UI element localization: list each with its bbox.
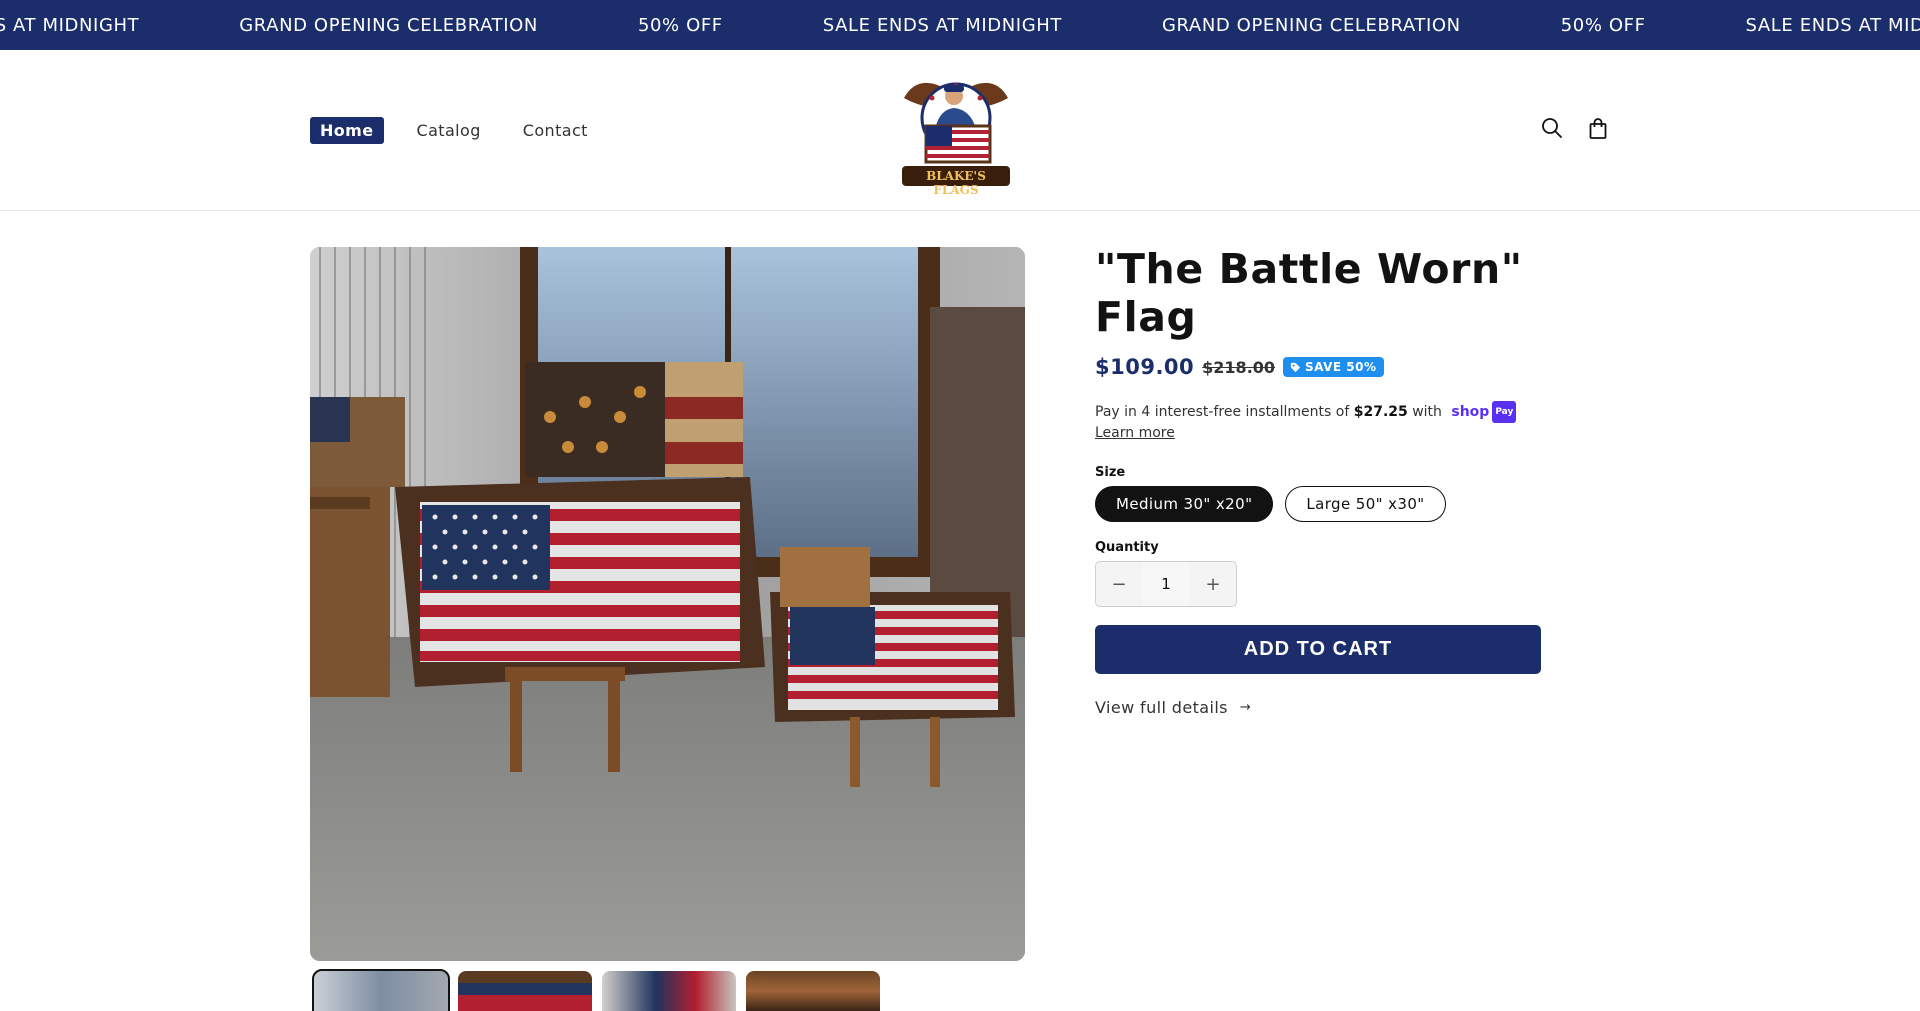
size-option-large[interactable]: Large 50" x30" xyxy=(1285,486,1446,522)
product-info: "The Battle Worn" Flag $109.00 $218.00 S… xyxy=(1095,245,1555,717)
thumbnail-2[interactable] xyxy=(458,971,592,1011)
product-main-image[interactable] xyxy=(310,247,1025,961)
announcement-marquee: SALE ENDS AT MIDNIGHT GRAND OPENING CELE… xyxy=(0,0,1920,50)
tag-icon xyxy=(1290,362,1301,372)
size-option-medium[interactable]: Medium 30" x20" xyxy=(1095,486,1274,522)
announcement-bar: SALE ENDS AT MIDNIGHT GRAND OPENING CELE… xyxy=(0,0,1920,50)
save-badge-label: SAVE 50% xyxy=(1305,360,1377,374)
add-to-cart-button[interactable]: ADD TO CART xyxy=(1095,625,1541,674)
thumbnail-3[interactable] xyxy=(602,971,736,1011)
announcement-item: GRAND OPENING CELEBRATION xyxy=(1162,14,1461,36)
quantity-label: Quantity xyxy=(1095,540,1159,555)
thumbnail-1[interactable] xyxy=(312,969,450,1011)
shoppay-word: shop xyxy=(1451,404,1490,420)
announcement-item: GRAND OPENING CELEBRATION xyxy=(239,14,538,36)
product-photo xyxy=(310,247,1025,961)
quantity-input[interactable]: 1 xyxy=(1142,563,1190,605)
nav-home[interactable]: Home xyxy=(310,117,384,144)
shoppay-logo: shop Pay xyxy=(1451,401,1517,423)
view-details-label: View full details xyxy=(1095,698,1228,717)
installments-suffix: with xyxy=(1407,404,1442,420)
product-title: "The Battle Worn" Flag xyxy=(1095,245,1523,341)
arrow-right-icon: → xyxy=(1239,700,1252,715)
announcement-item: SALE ENDS AT MIDNIGHT xyxy=(822,14,1062,36)
main-nav: Home Catalog Contact xyxy=(310,117,621,144)
learn-more-link[interactable]: Learn more xyxy=(1095,423,1555,443)
announcement-item: SALE ENDS AT MIDNIGHT xyxy=(1745,14,1920,36)
quantity-increase-button[interactable]: + xyxy=(1190,574,1236,595)
size-label: Size xyxy=(1095,465,1126,480)
thumbnail-strip xyxy=(312,969,880,1011)
save-badge: SAVE 50% xyxy=(1283,357,1384,377)
announcement-item: SALE ENDS AT MIDNIGHT xyxy=(0,14,140,36)
sale-price: $109.00 xyxy=(1095,355,1195,379)
logo-text: BLAKE'S FLAGS xyxy=(926,169,986,197)
view-full-details-link[interactable]: View full details → xyxy=(1095,698,1555,717)
header-icons xyxy=(1540,116,1610,140)
thumbnail-4[interactable] xyxy=(746,971,880,1011)
installments-message: Pay in 4 interest-free installments of $… xyxy=(1095,401,1555,443)
search-icon[interactable] xyxy=(1540,116,1564,140)
announcement-item: 50% OFF xyxy=(637,14,723,36)
size-options: Medium 30" x20" Large 50" x30" xyxy=(1095,486,1555,522)
nav-catalog[interactable]: Catalog xyxy=(408,118,490,143)
quantity-decrease-button[interactable]: − xyxy=(1096,574,1142,595)
quantity-stepper: − 1 + xyxy=(1095,561,1237,607)
nav-contact[interactable]: Contact xyxy=(514,118,597,143)
store-logo[interactable]: BLAKE'S FLAGS xyxy=(896,68,1016,197)
installments-amount: $27.25 xyxy=(1353,404,1408,420)
cart-icon[interactable] xyxy=(1586,116,1610,140)
announcement-item: 50% OFF xyxy=(1560,14,1646,36)
price-row: $109.00 $218.00 SAVE 50% xyxy=(1095,355,1555,379)
compare-price: $218.00 xyxy=(1202,357,1276,377)
installments-prefix: Pay in 4 interest-free installments of xyxy=(1095,404,1354,420)
shoppay-pay: Pay xyxy=(1492,401,1517,423)
site-header: Home Catalog Contact BLAKE'S FLAGS xyxy=(0,50,1920,211)
